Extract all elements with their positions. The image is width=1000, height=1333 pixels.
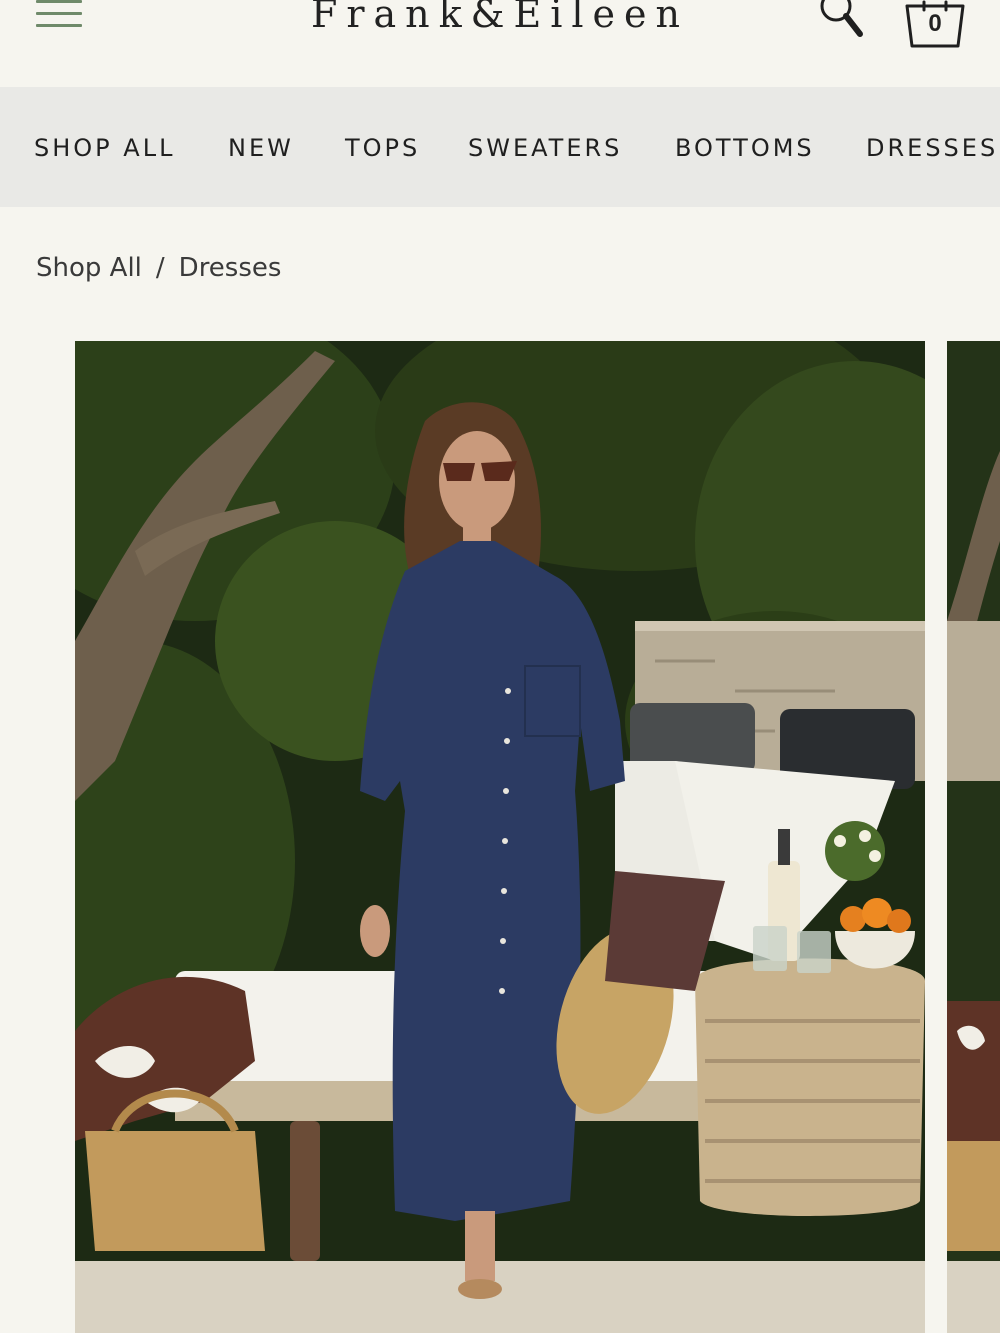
cart-button[interactable]: 0 [902,0,968,52]
product-image[interactable] [75,341,925,1333]
brand-logo[interactable]: Frank&Eileen [300,0,700,36]
nav-item-new[interactable]: NEW [228,133,294,163]
site-header: Frank&Eileen 0 [0,0,1000,87]
nav-item-shop-all[interactable]: SHOP ALL [34,133,175,163]
breadcrumb-shop-all[interactable]: Shop All [36,253,142,283]
hamburger-menu-icon[interactable] [36,0,82,30]
category-nav: SHOP ALL NEW TOPS SWEATERS BOTTOMS DRESS… [0,87,1000,207]
nav-item-bottoms[interactable]: BOTTOMS [675,133,815,163]
nav-item-tops[interactable]: TOPS [345,133,420,163]
search-icon[interactable] [818,0,868,40]
breadcrumb-separator: / [155,253,165,283]
breadcrumb-dresses: Dresses [178,253,282,283]
breadcrumb: Shop All / Dresses [36,250,281,286]
nav-item-dresses[interactable]: DRESSES [866,133,998,163]
cart-count: 0 [928,10,942,37]
next-product-image[interactable] [947,341,1000,1333]
nav-item-sweaters[interactable]: SWEATERS [468,133,622,163]
